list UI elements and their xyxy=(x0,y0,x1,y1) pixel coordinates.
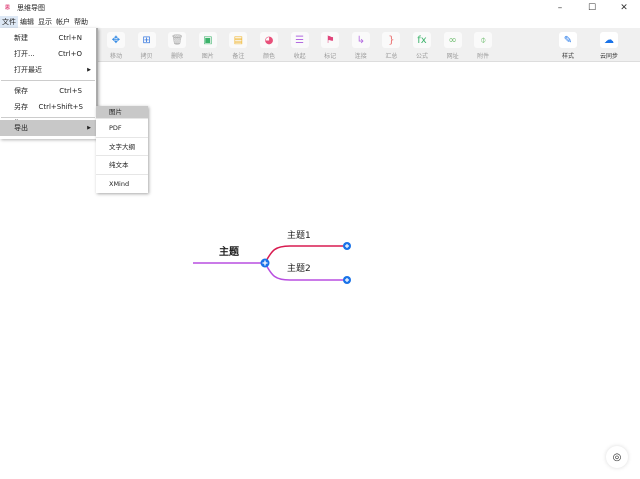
export-pdf[interactable]: PDF xyxy=(96,119,148,138)
export-submenu: 图片 PDF 文字大纲 纯文本 XMind xyxy=(96,106,148,193)
shortcut: Ctrl+S xyxy=(59,87,82,95)
menu-item-open[interactable]: 打开... Ctrl+O xyxy=(0,46,96,62)
root-expand-dot[interactable] xyxy=(260,258,270,268)
shortcut: Ctrl+O xyxy=(58,50,82,58)
child-topic-2[interactable]: 主题2 xyxy=(287,261,311,274)
locate-center-button[interactable]: ◎ xyxy=(606,446,628,468)
shortcut: Ctrl+Shift+S xyxy=(38,103,83,111)
child1-expand-dot[interactable] xyxy=(343,242,351,250)
shortcut: Ctrl+N xyxy=(58,34,82,42)
submenu-arrow-icon: ▶ xyxy=(87,125,91,131)
export-xmind[interactable]: XMind xyxy=(96,175,148,194)
label: 打开最近 xyxy=(14,66,42,74)
label: 新建 xyxy=(14,34,28,42)
label: 保存 xyxy=(14,87,28,95)
label: 导出 xyxy=(14,124,28,132)
menu-item-new[interactable]: 新建 Ctrl+N xyxy=(0,30,96,46)
menu-item-open-recent[interactable]: 打开最近 ▶ xyxy=(0,62,96,78)
label: 另存为... xyxy=(14,103,28,127)
divider xyxy=(1,80,95,81)
child-topic-1[interactable]: 主题1 xyxy=(287,228,311,241)
label: 打开... xyxy=(14,50,35,58)
menu-item-export[interactable]: 导出 ▶ xyxy=(0,120,96,136)
menu-item-save[interactable]: 保存 Ctrl+S xyxy=(0,83,96,99)
submenu-arrow-icon: ▶ xyxy=(87,67,91,73)
root-topic[interactable]: 主题 xyxy=(219,243,239,258)
export-plain-text[interactable]: 纯文本 xyxy=(96,156,148,175)
export-outline[interactable]: 文字大纲 xyxy=(96,138,148,156)
export-image[interactable]: 图片 xyxy=(96,106,148,119)
file-menu: 新建 Ctrl+N 打开... Ctrl+O 打开最近 ▶ 保存 Ctrl+S 另存为.… xyxy=(0,28,98,139)
child2-expand-dot[interactable] xyxy=(343,276,351,284)
menu-item-save-as[interactable]: 另存为... Ctrl+Shift+S xyxy=(0,99,96,127)
locate-icon: ◎ xyxy=(612,451,622,463)
